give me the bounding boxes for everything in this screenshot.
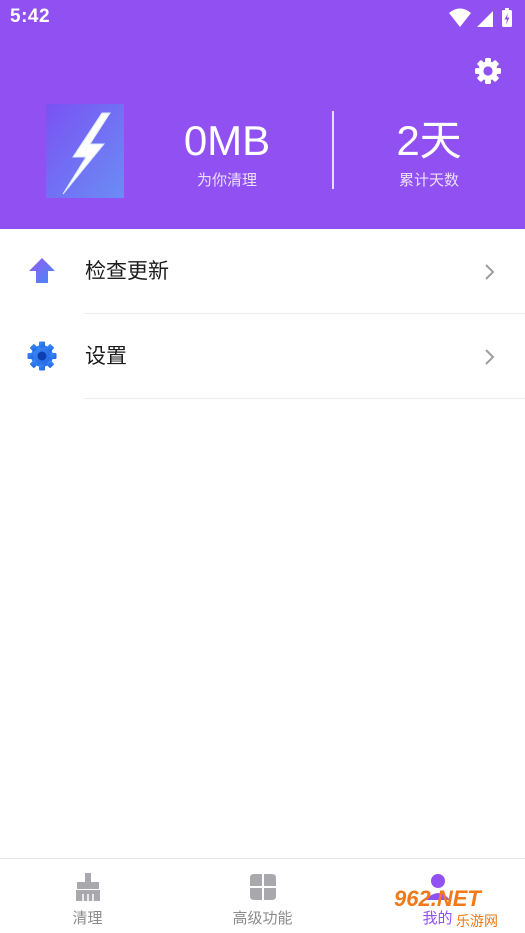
gear-icon bbox=[27, 341, 57, 371]
days-stat: 2天 累计天数 bbox=[344, 117, 514, 191]
days-label: 累计天数 bbox=[398, 171, 459, 189]
cleaned-label: 为你清理 bbox=[196, 171, 257, 189]
upload-arrow-icon bbox=[29, 258, 55, 283]
watermark-sub-text: 乐游网 bbox=[456, 914, 498, 930]
chevron-right-icon bbox=[485, 349, 495, 365]
wifi-icon bbox=[449, 8, 471, 27]
stat-divider bbox=[332, 111, 334, 189]
days-value: 2天 bbox=[396, 117, 462, 164]
app-screen: 5:42 0MB 为你清理 2天 累计天数 检查更新 设置 清理 高级功能 我的… bbox=[0, 0, 525, 933]
chevron-right-icon bbox=[485, 264, 495, 280]
menu-divider bbox=[84, 398, 525, 399]
cleaned-stat: 0MB 为你清理 bbox=[142, 117, 312, 191]
watermark-main-text: 962.NET bbox=[394, 886, 482, 911]
watermark-logo: 962.NET 乐游网 bbox=[394, 886, 498, 930]
four-petal-icon bbox=[249, 874, 276, 900]
cleaned-value: 0MB bbox=[183, 117, 271, 164]
gear-icon bbox=[475, 58, 501, 84]
settings-item[interactable]: 设置 bbox=[0, 314, 525, 399]
signal-icon bbox=[477, 11, 493, 27]
status-bar: 5:42 bbox=[0, 0, 525, 36]
nav-advanced-label: 高级功能 bbox=[232, 909, 293, 927]
nav-clean-label: 清理 bbox=[72, 909, 103, 927]
settings-label: 设置 bbox=[85, 344, 127, 368]
profile-header: 5:42 0MB 为你清理 2天 累计天数 bbox=[0, 0, 525, 229]
menu-list: 检查更新 设置 bbox=[0, 229, 525, 399]
broom-icon bbox=[75, 873, 100, 901]
lightning-bolt-icon bbox=[46, 104, 124, 198]
check-update-item[interactable]: 检查更新 bbox=[0, 229, 525, 314]
check-update-label: 检查更新 bbox=[85, 259, 169, 283]
settings-gear-button[interactable] bbox=[471, 54, 505, 88]
status-icons bbox=[449, 8, 512, 27]
status-time: 5:42 bbox=[10, 6, 51, 27]
battery-icon bbox=[502, 8, 512, 27]
nav-advanced[interactable]: 高级功能 bbox=[175, 859, 350, 933]
nav-clean[interactable]: 清理 bbox=[0, 859, 175, 933]
